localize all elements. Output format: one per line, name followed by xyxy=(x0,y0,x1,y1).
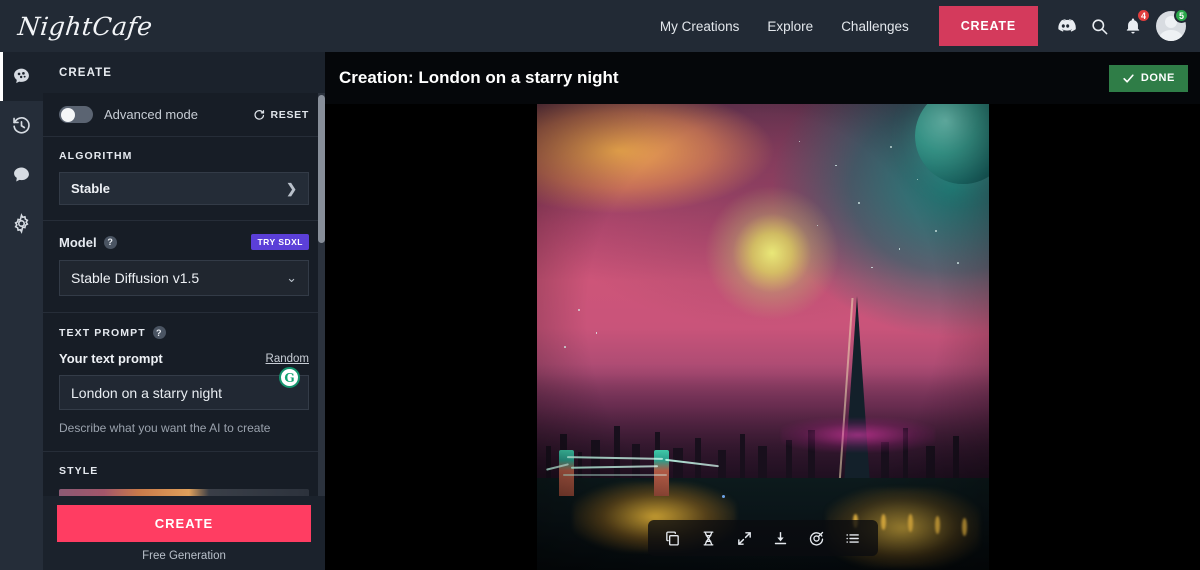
download-icon[interactable] xyxy=(766,523,796,553)
free-generation-label: Free Generation xyxy=(142,549,226,562)
model-title: Model xyxy=(59,234,97,250)
discord-icon[interactable] xyxy=(1048,9,1082,43)
chevron-down-icon: ⌄ xyxy=(286,270,297,285)
algorithm-value: Stable xyxy=(71,181,111,196)
nightcafe-logo[interactable]: NightCafe xyxy=(16,12,154,41)
panel-scrollbar-thumb[interactable] xyxy=(318,95,325,243)
creation-header: Creation: London on a starry night DONE xyxy=(325,52,1200,104)
header-create-button[interactable]: CREATE xyxy=(938,6,1038,46)
rail-item-history[interactable] xyxy=(0,101,43,150)
page-title: Creation: London on a starry night xyxy=(339,68,619,87)
done-button[interactable]: DONE xyxy=(1108,64,1188,92)
top-nav-links: My Creations Explore Challenges CREATE 4 xyxy=(646,0,1200,52)
advanced-mode-label: Advanced mode xyxy=(104,107,198,122)
model-section: Model ? TRY SDXL Stable Diffusion v1.5 ⌄ xyxy=(43,221,325,313)
refresh-icon xyxy=(253,109,265,121)
target-icon[interactable] xyxy=(802,523,832,553)
your-text-prompt-label: Your text prompt xyxy=(59,351,163,366)
artwork-canvas xyxy=(325,104,1200,570)
grammarly-icon[interactable]: G xyxy=(279,367,300,388)
nav-explore[interactable]: Explore xyxy=(753,19,827,34)
done-label: DONE xyxy=(1140,72,1175,84)
check-icon xyxy=(1122,72,1135,85)
text-prompt-title: TEXT PROMPT xyxy=(59,326,146,339)
model-help-icon[interactable]: ? xyxy=(103,235,117,249)
rail-item-settings[interactable] xyxy=(0,199,43,248)
reset-button[interactable]: RESET xyxy=(253,109,309,121)
image-toolbar xyxy=(647,520,878,556)
random-prompt-link[interactable]: Random xyxy=(266,353,309,365)
nav-my-creations[interactable]: My Creations xyxy=(646,19,754,34)
avatar[interactable]: 5 xyxy=(1154,8,1189,43)
model-value: Stable Diffusion v1.5 xyxy=(71,270,200,286)
algorithm-title: ALGORITHM xyxy=(59,150,133,162)
history-clock-icon xyxy=(11,115,32,136)
try-sdxl-badge[interactable]: TRY SDXL xyxy=(251,234,309,250)
generated-artwork[interactable] xyxy=(537,104,989,570)
text-prompt-helper: Describe what you want the AI to create xyxy=(59,421,271,435)
text-prompt-title-row: TEXT PROMPT ? xyxy=(59,326,309,339)
gear-icon xyxy=(11,213,32,234)
reset-label: RESET xyxy=(270,108,309,121)
bell-badge: 4 xyxy=(1136,8,1151,23)
panel-title: CREATE xyxy=(59,66,113,79)
artwork-vignette xyxy=(537,104,989,570)
evolve-dna-icon[interactable] xyxy=(694,523,724,553)
create-panel: CREATE Advanced mode RESET ALGORITHM Sta… xyxy=(43,52,325,570)
fullscreen-icon[interactable] xyxy=(730,523,760,553)
text-prompt-section: TEXT PROMPT ? Your text prompt Random Lo… xyxy=(43,313,325,452)
chat-bubble-icon xyxy=(11,164,32,185)
text-prompt-help-icon[interactable]: ? xyxy=(152,326,166,339)
style-title: STYLE xyxy=(59,465,99,477)
algorithm-select[interactable]: Stable ❯ xyxy=(59,172,309,205)
rail-item-create[interactable] xyxy=(0,52,43,101)
algorithm-section: ALGORITHM Stable ❯ xyxy=(43,137,325,221)
avatar-badge: 5 xyxy=(1174,8,1189,23)
nav-challenges[interactable]: Challenges xyxy=(827,19,923,34)
advanced-mode-section: Advanced mode RESET xyxy=(43,93,325,137)
nightcafe-app: NightCafe My Creations Explore Challenge… xyxy=(0,0,1200,570)
create-cta-area: CREATE Free Generation xyxy=(43,496,325,570)
chevron-right-icon: ❯ xyxy=(286,180,297,196)
top-navigation-bar: NightCafe My Creations Explore Challenge… xyxy=(0,0,1200,52)
panel-scroll-area: Advanced mode RESET ALGORITHM Stable ❯ M… xyxy=(43,93,325,548)
create-button[interactable]: CREATE xyxy=(57,504,311,542)
model-select[interactable]: Stable Diffusion v1.5 ⌄ xyxy=(59,260,309,296)
advanced-mode-toggle[interactable] xyxy=(59,106,93,123)
search-icon[interactable] xyxy=(1082,9,1116,43)
main-content: Creation: London on a starry night DONE xyxy=(325,52,1200,570)
text-prompt-value: London on a starry night xyxy=(71,384,222,401)
panel-scrollbar[interactable] xyxy=(318,93,325,548)
rail-item-chat[interactable] xyxy=(0,150,43,199)
left-rail xyxy=(0,52,43,570)
create-rail-icon xyxy=(11,66,32,87)
details-list-icon[interactable] xyxy=(838,523,868,553)
text-prompt-input[interactable]: London on a starry night G xyxy=(59,367,309,410)
duplicate-icon[interactable] xyxy=(658,523,688,553)
bell-icon[interactable]: 4 xyxy=(1116,8,1151,43)
